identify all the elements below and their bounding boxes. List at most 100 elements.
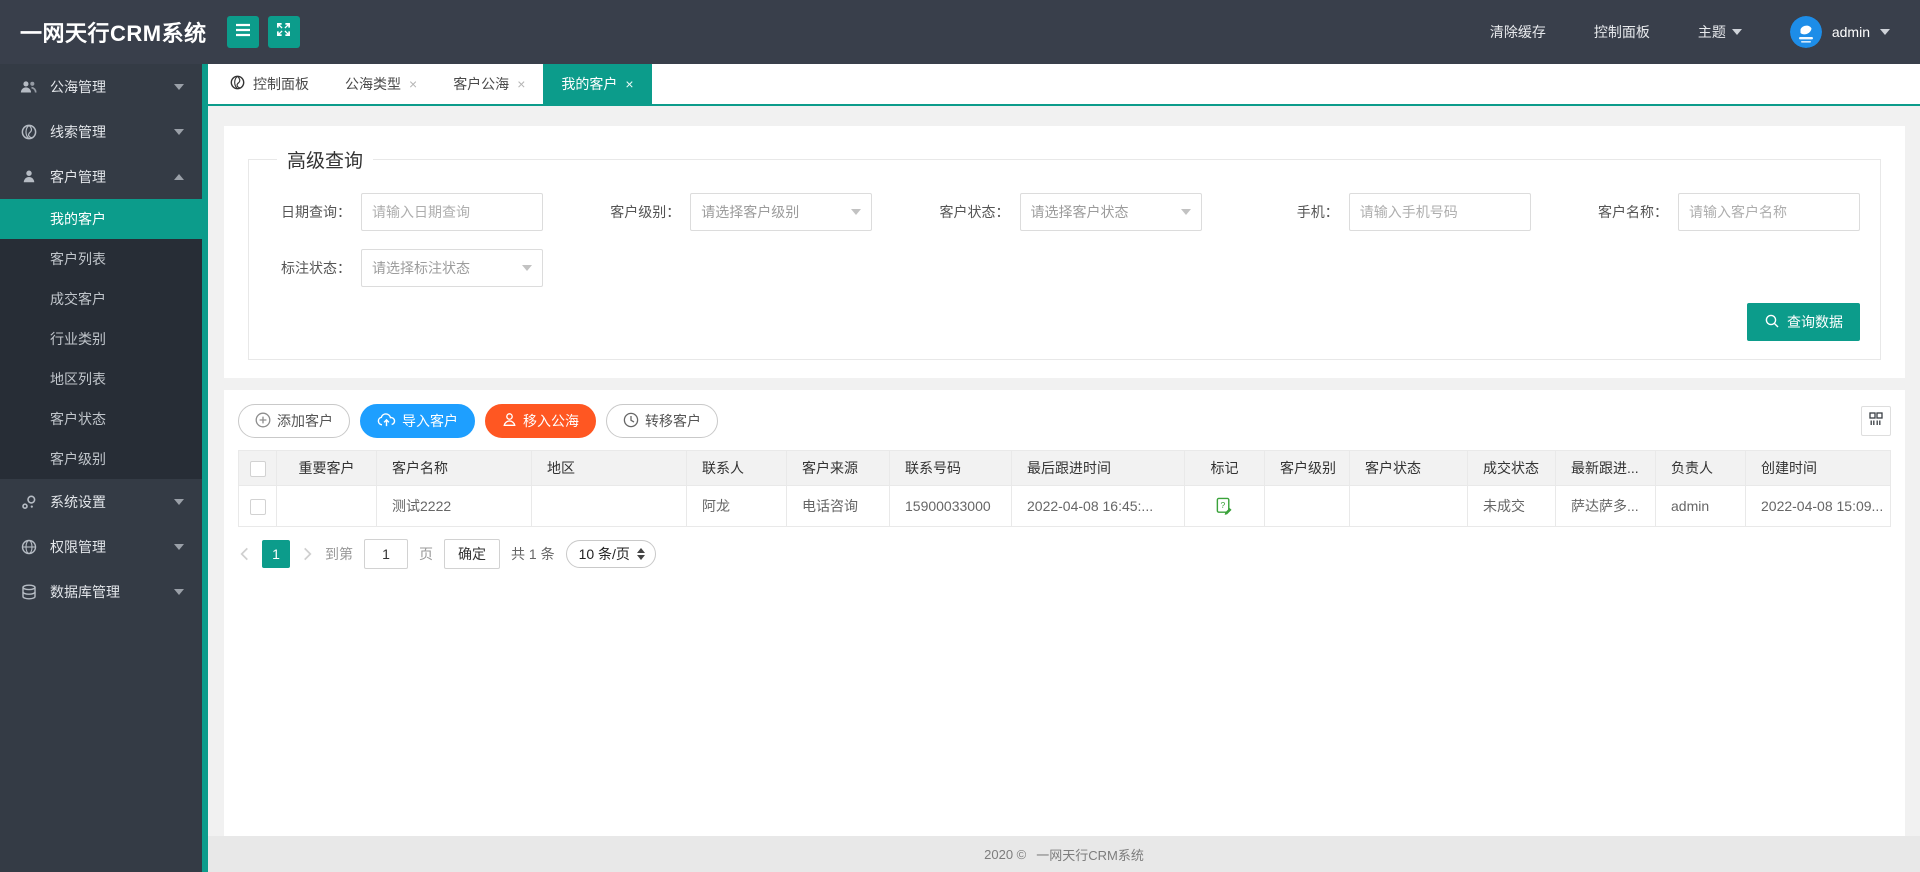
transfer-customer-button[interactable]: 转移客户 <box>606 404 718 438</box>
sidebar-subitem-region-list[interactable]: 地区列表 <box>0 359 202 399</box>
phone-label: 手机： <box>1296 204 1339 220</box>
sidebar-subitem-industry-category[interactable]: 行业类别 <box>0 319 202 359</box>
tab-customer-sea[interactable]: 客户公海 <box>435 64 543 104</box>
customer-level-label: 客户级别： <box>610 204 681 220</box>
import-customer-label: 导入客户 <box>402 413 458 429</box>
import-customer-button[interactable]: 导入客户 <box>360 404 475 438</box>
cell-contact: 阿龙 <box>686 485 787 527</box>
close-icon[interactable] <box>625 77 633 91</box>
control-panel-link[interactable]: 控制面板 <box>1594 22 1650 42</box>
select-all-checkbox[interactable] <box>249 460 266 477</box>
customer-name-input[interactable] <box>1678 193 1860 231</box>
subitem-label: 行业类别 <box>50 331 106 347</box>
tab-label: 我的客户 <box>561 76 618 92</box>
subitem-label: 成交客户 <box>50 291 106 307</box>
users-icon <box>20 79 37 94</box>
sidebar-item-label: 公海管理 <box>50 78 106 95</box>
customer-status-label: 客户状态： <box>939 204 1010 220</box>
goto-page-input[interactable] <box>364 539 408 569</box>
sidebar-item-public-sea[interactable]: 公海管理 <box>0 64 202 109</box>
column-grid-icon <box>1868 411 1884 432</box>
prev-page-button[interactable] <box>238 547 251 561</box>
date-query-label: 日期查询： <box>281 204 351 220</box>
column-toggle-button[interactable] <box>1861 406 1891 436</box>
goto-prefix-label: 到第 <box>325 546 353 562</box>
sidebar-item-label: 权限管理 <box>50 538 106 555</box>
fullscreen-icon <box>276 22 291 42</box>
control-panel-label: 控制面板 <box>1593 24 1650 40</box>
sidebar-item-customers[interactable]: 客户管理 <box>0 154 202 199</box>
advanced-query-card: 高级查询 日期查询： 客户级别： 请选择客户级别 <box>224 126 1905 378</box>
avatar[interactable] <box>1789 16 1822 48</box>
sidebar-item-database[interactable]: 数据库管理 <box>0 569 202 614</box>
page-size-select[interactable]: 10 条/页 <box>565 540 656 568</box>
sidebar-subitem-customer-status[interactable]: 客户状态 <box>0 399 202 439</box>
close-icon[interactable] <box>409 77 417 91</box>
move-to-sea-button[interactable]: 移入公海 <box>485 404 596 438</box>
date-query-input[interactable] <box>361 193 543 231</box>
tab-label: 公海类型 <box>345 76 401 92</box>
sidebar-item-system-settings[interactable]: 系统设置 <box>0 479 202 524</box>
collapse-sidebar-button[interactable] <box>226 16 259 48</box>
select-placeholder: 请选择客户状态 <box>1030 204 1129 220</box>
fullscreen-button[interactable] <box>267 16 300 48</box>
globe-icon <box>230 75 245 93</box>
next-page-button[interactable] <box>301 547 314 561</box>
add-customer-label: 添加客户 <box>277 413 333 429</box>
theme-dropdown[interactable]: 主题 <box>1698 22 1742 42</box>
sidebar-item-label: 客户管理 <box>50 168 106 185</box>
subitem-label: 客户级别 <box>50 451 106 467</box>
select-placeholder: 请选择标注状态 <box>372 260 470 276</box>
sidebar-subitem-customer-level[interactable]: 客户级别 <box>0 439 202 479</box>
customer-status-select[interactable]: 请选择客户状态 <box>1019 193 1202 231</box>
tab-label: 客户公海 <box>453 76 510 92</box>
search-button-label: 查询数据 <box>1787 314 1843 330</box>
search-icon <box>1764 313 1780 332</box>
cell-latest-follow: 萨达萨多... <box>1555 485 1656 527</box>
user-menu[interactable]: admin <box>1789 16 1890 48</box>
cell-region <box>531 485 687 527</box>
confirm-page-button[interactable]: 确定 <box>444 539 500 569</box>
user-icon <box>20 169 37 184</box>
close-icon[interactable] <box>517 77 525 91</box>
col-phone: 联系号码 <box>889 450 1012 486</box>
clear-cache-label: 清除缓存 <box>1489 24 1546 40</box>
row-checkbox[interactable] <box>249 498 266 515</box>
sidebar-subitem-customer-list[interactable]: 客户列表 <box>0 239 202 279</box>
sidebar-item-permissions[interactable]: 权限管理 <box>0 524 202 569</box>
cell-owner: admin <box>1655 485 1746 527</box>
advanced-query-fieldset: 高级查询 日期查询： 客户级别： 请选择客户级别 <box>248 146 1881 360</box>
cloud-upload-icon <box>377 412 396 430</box>
sidebar-item-leads[interactable]: 线索管理 <box>0 109 202 154</box>
cell-last-follow: 2022-04-08 16:45:... <box>1011 485 1185 527</box>
add-customer-button[interactable]: 添加客户 <box>238 404 350 438</box>
select-placeholder: 请选择客户级别 <box>701 204 800 220</box>
sidebar-subitem-my-customers[interactable]: 我的客户 <box>0 199 202 239</box>
move-to-sea-label: 移入公海 <box>523 413 579 429</box>
tab-sea-type[interactable]: 公海类型 <box>327 64 435 104</box>
chevron-down-icon <box>1880 29 1890 35</box>
tab-control-panel[interactable]: 控制面板 <box>212 64 327 104</box>
transfer-customer-label: 转移客户 <box>645 413 701 429</box>
question-edit-icon[interactable]: ? <box>1215 497 1234 516</box>
customer-table-card: 添加客户 导入客户 移入公海 转移客户 重要客户 客户名称 地区 联系人 客户来… <box>224 390 1905 836</box>
col-customer-name: 客户名称 <box>376 450 532 486</box>
plus-circle-icon <box>255 412 271 431</box>
globe-grid-icon <box>20 539 37 555</box>
col-mark: 标记 <box>1184 450 1265 486</box>
table-row: 测试2222 阿龙 电话咨询 15900033000 2022-04-08 16… <box>238 485 1891 527</box>
chevron-up-icon <box>174 173 184 180</box>
page-number-button[interactable]: 1 <box>262 540 290 568</box>
chevron-down-icon <box>1731 29 1742 35</box>
customer-level-select[interactable]: 请选择客户级别 <box>690 193 873 231</box>
col-important: 重要客户 <box>276 450 377 486</box>
sidebar-subitem-closed-customers[interactable]: 成交客户 <box>0 279 202 319</box>
search-data-button[interactable]: 查询数据 <box>1747 303 1860 341</box>
tab-my-customers[interactable]: 我的客户 <box>543 64 652 104</box>
chevron-down-icon <box>851 209 862 215</box>
person-icon <box>502 412 517 430</box>
mark-status-select[interactable]: 请选择标注状态 <box>361 249 543 287</box>
clear-cache-link[interactable]: 清除缓存 <box>1490 22 1546 42</box>
phone-input[interactable] <box>1348 193 1531 231</box>
table-toolbar: 添加客户 导入客户 移入公海 转移客户 <box>238 404 1891 438</box>
